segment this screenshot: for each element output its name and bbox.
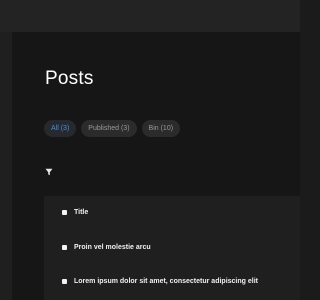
table-header: Title [62,209,88,216]
column-header-title[interactable]: Title [74,209,88,216]
sidebar [0,32,12,300]
main-content: Posts All (3) Published (3) Bin (10) Tit… [12,32,300,300]
tab-published[interactable]: Published (3) [81,120,137,137]
page-title: Posts [45,68,94,89]
row-checkbox[interactable] [62,245,67,250]
status-tabs: All (3) Published (3) Bin (10) [44,120,181,137]
row-checkbox[interactable] [62,279,67,284]
select-all-checkbox[interactable] [62,210,67,215]
table-row[interactable]: Proin vel molestie arcu [62,244,151,251]
posts-table: Title Proin vel molestie arcu Lorem ipsu… [44,196,300,300]
post-title[interactable]: Lorem ipsum dolor sit amet, consectetur … [74,278,258,285]
table-row[interactable]: Lorem ipsum dolor sit amet, consectetur … [62,278,258,285]
post-title[interactable]: Proin vel molestie arcu [74,244,151,251]
tab-all[interactable]: All (3) [44,120,77,137]
filter-icon[interactable] [45,168,53,176]
tab-bin[interactable]: Bin (10) [141,120,181,137]
top-bar [0,0,300,32]
